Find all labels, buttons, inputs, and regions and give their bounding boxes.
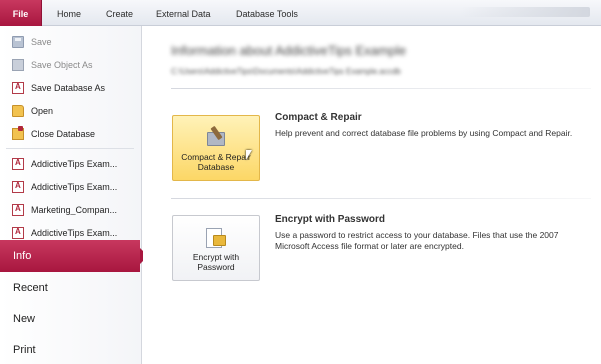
info-pane: Information about AddictiveTips Example … bbox=[143, 26, 601, 364]
info-title: Information about AddictiveTips Example bbox=[171, 43, 407, 58]
tab-file[interactable]: File bbox=[0, 0, 42, 26]
recent-file-label: Marketing_Compan... bbox=[31, 204, 118, 215]
recent-file-item[interactable]: AddictiveTips Exam... bbox=[0, 152, 140, 175]
section-divider bbox=[171, 88, 591, 89]
close-database-icon bbox=[12, 125, 24, 140]
recent-file-label: AddictiveTips Exam... bbox=[31, 181, 118, 192]
database-path: C:\Users\AddictiveTips\Documents\Addicti… bbox=[171, 67, 401, 76]
compact-repair-button[interactable]: Compact & Repair Database bbox=[172, 115, 260, 181]
nav-tab-print[interactable]: Print bbox=[0, 334, 140, 364]
close-database-command[interactable]: Close Database bbox=[0, 122, 140, 145]
access-db-icon bbox=[12, 157, 24, 170]
tab-external-data[interactable]: External Data bbox=[156, 0, 211, 26]
encrypt-heading: Encrypt with Password bbox=[275, 214, 386, 225]
save-object-as-label: Save Object As bbox=[31, 59, 93, 70]
save-object-icon bbox=[12, 58, 24, 71]
ribbon-blurred-area bbox=[460, 7, 590, 17]
encrypt-password-button[interactable]: Encrypt with Password bbox=[172, 215, 260, 281]
encrypt-description: Use a password to restrict access to you… bbox=[275, 230, 559, 251]
tab-home[interactable]: Home bbox=[57, 0, 81, 26]
access-db-icon bbox=[12, 203, 24, 216]
compact-repair-heading: Compact & Repair bbox=[275, 112, 362, 123]
save-command[interactable]: Save bbox=[0, 30, 140, 53]
save-icon bbox=[12, 35, 24, 48]
save-database-as-command[interactable]: Save Database As bbox=[0, 76, 140, 99]
ribbon-tab-bar: File Home Create External Data Database … bbox=[0, 0, 601, 26]
open-label: Open bbox=[31, 105, 54, 116]
recent-file-item[interactable]: AddictiveTips Exam... bbox=[0, 175, 140, 198]
nav-divider bbox=[6, 148, 134, 149]
recent-file-label: AddictiveTips Exam... bbox=[31, 158, 118, 169]
open-command[interactable]: Open bbox=[0, 99, 140, 122]
nav-tab-info[interactable]: Info bbox=[0, 240, 148, 272]
section-divider bbox=[171, 198, 591, 199]
encrypt-lock-icon bbox=[204, 224, 228, 248]
access-db-icon bbox=[12, 81, 24, 94]
tab-create[interactable]: Create bbox=[106, 0, 133, 26]
nav-tab-recent[interactable]: Recent bbox=[0, 272, 140, 304]
close-database-label: Close Database bbox=[31, 128, 96, 139]
recent-file-item[interactable]: Marketing_Compan... bbox=[0, 198, 140, 221]
mouse-cursor-icon bbox=[246, 150, 252, 160]
save-database-as-label: Save Database As bbox=[31, 82, 106, 93]
save-command-label: Save bbox=[31, 36, 52, 47]
nav-tab-new[interactable]: New bbox=[0, 303, 140, 335]
compact-repair-description: Help prevent and correct database file p… bbox=[275, 128, 573, 138]
access-db-icon bbox=[12, 180, 24, 193]
tab-database-tools[interactable]: Database Tools bbox=[236, 0, 298, 26]
folder-open-icon bbox=[12, 104, 24, 117]
backstage-nav: Save Save Object As Save Database As Ope… bbox=[0, 26, 148, 364]
compact-repair-icon bbox=[204, 124, 228, 148]
recent-file-label: AddictiveTips Exam... bbox=[31, 227, 118, 238]
encrypt-password-button-label: Encrypt with Password bbox=[192, 252, 240, 272]
save-object-as-command[interactable]: Save Object As bbox=[0, 53, 140, 76]
access-db-icon bbox=[12, 226, 24, 239]
